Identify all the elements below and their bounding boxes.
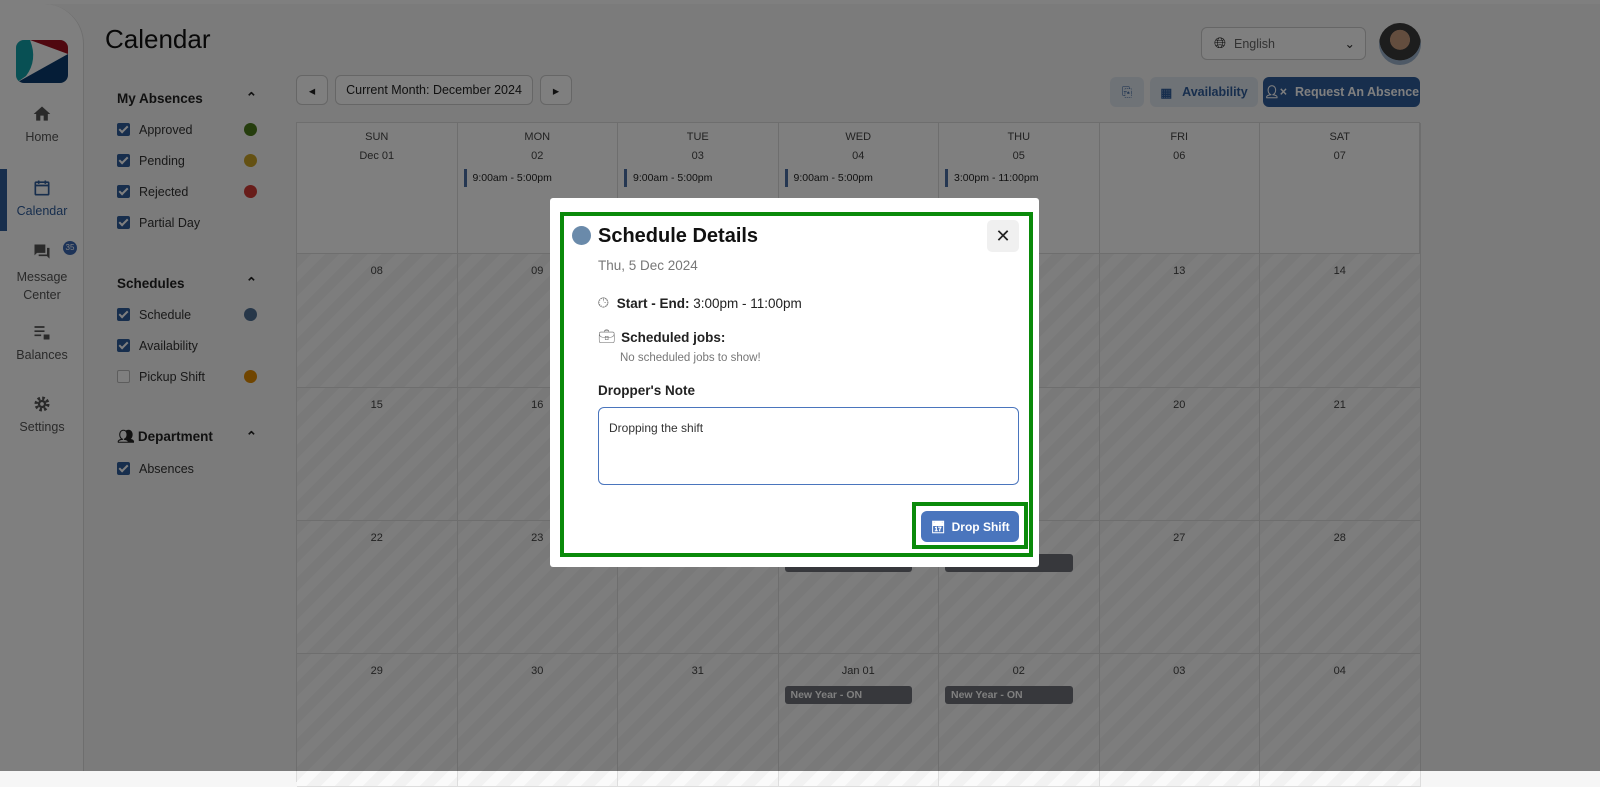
close-button[interactable]: ✕ bbox=[987, 220, 1019, 252]
calendar-drop-icon: 📅︎ bbox=[930, 519, 946, 534]
jobs-label: Scheduled jobs: bbox=[621, 329, 726, 345]
modal-title: Schedule Details bbox=[598, 225, 759, 247]
modal-date: Thu, 5 Dec 2024 bbox=[598, 258, 698, 273]
clock-icon: 🕒︎ bbox=[598, 295, 609, 310]
schedule-color-dot bbox=[572, 226, 591, 245]
start-end-value: 3:00pm - 11:00pm bbox=[693, 295, 802, 311]
button-label: Drop Shift bbox=[951, 519, 1010, 534]
note-label: Dropper's Note bbox=[598, 383, 695, 398]
drop-shift-button[interactable]: 📅︎ Drop Shift bbox=[921, 511, 1019, 542]
start-end-row: 🕒︎ Start - End: 3:00pm - 11:00pm bbox=[598, 295, 802, 311]
jobs-row: 💼︎ Scheduled jobs: bbox=[598, 329, 725, 345]
schedule-details-modal: Schedule Details ✕ Thu, 5 Dec 2024 🕒︎ Sta… bbox=[550, 198, 1039, 567]
jobs-empty: No scheduled jobs to show! bbox=[620, 352, 761, 364]
dropper-note-input[interactable]: Dropping the shift bbox=[598, 407, 1019, 485]
start-end-label: Start - End: bbox=[616, 295, 690, 311]
briefcase-icon: 💼︎ bbox=[598, 329, 616, 344]
